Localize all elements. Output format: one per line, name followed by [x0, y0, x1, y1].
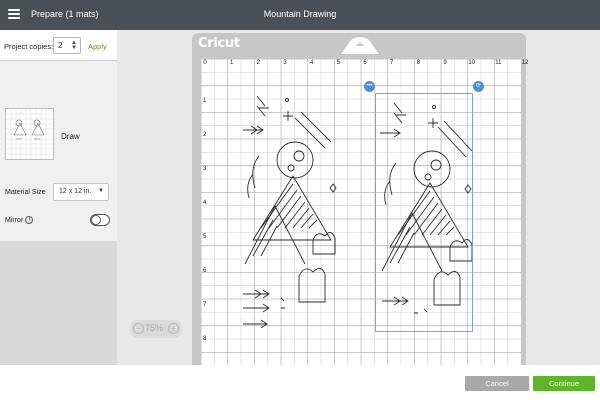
ruler-top: 0 1 2 3 4 5 6 7 8 9 10 11 12: [201, 59, 528, 68]
ruler-top-label: 3: [283, 60, 287, 66]
ruler-top-label: 11: [495, 60, 502, 66]
zoom-in-icon[interactable]: +: [168, 323, 179, 334]
continue-button[interactable]: Continue: [533, 376, 595, 391]
prepare-title: Prepare (1 mats): [31, 9, 99, 19]
ruler-top-label: 5: [336, 60, 341, 66]
project-copies-label: Project copies:: [4, 42, 54, 51]
mat-handle-icon: [341, 37, 379, 54]
mat-thumbnail[interactable]: [5, 108, 54, 160]
info-icon[interactable]: i: [25, 216, 34, 224]
apply-button[interactable]: Apply: [88, 42, 107, 51]
mirror-label: Mirror i: [5, 216, 34, 224]
ruler-left-label: 6: [203, 268, 207, 274]
zoom-control: − 75% +: [130, 320, 182, 338]
ruler-top-label: 1: [229, 60, 234, 66]
hamburger-menu-icon[interactable]: [8, 9, 20, 19]
ruler-left: 1 2 3 4 5 6 7 8: [201, 59, 210, 365]
ruler-left-label: 4: [203, 200, 207, 206]
ruler-top-label: 12: [521, 60, 529, 66]
ruler-top-label: 8: [416, 60, 421, 66]
mat-list: Draw Material Size 12 x 12 in. ▼ Mirror i: [0, 61, 117, 241]
cricut-logo: Cricut: [198, 36, 240, 51]
zoom-level: 75%: [145, 323, 164, 333]
material-size-select[interactable]: 12 x 12 in. ▼: [53, 183, 109, 201]
mirror-label-text: Mirror: [5, 216, 24, 224]
material-size-label: Material Size: [5, 189, 46, 196]
project-copies-value[interactable]: 2: [58, 41, 62, 50]
mountain-drawing-copy-1: [243, 95, 337, 328]
ruler-top-label: 9: [443, 60, 447, 66]
caret-down-icon: ▼: [98, 188, 104, 194]
cancel-button[interactable]: Cancel: [465, 376, 529, 391]
ruler-top-label: 4: [310, 60, 314, 66]
ruler-left-label: 2: [203, 132, 207, 138]
project-copies-input[interactable]: 2 ▲ ▼: [53, 37, 81, 54]
more-options-icon[interactable]: •••: [364, 81, 375, 92]
ruler-left-label: 8: [203, 336, 207, 342]
mirror-toggle-knob: [91, 215, 101, 225]
left-panel: Project copies: 2 ▲ ▼ Apply Draw Materia…: [0, 30, 117, 400]
ruler-top-label: 10: [468, 60, 476, 66]
selection-box[interactable]: [375, 93, 473, 332]
project-copies-row: Project copies: 2 ▲ ▼ Apply: [0, 30, 117, 61]
mat-thumbnail-preview: [6, 109, 53, 159]
ruler-top-label: 6: [363, 60, 367, 66]
ruler-top-label: 2: [256, 60, 260, 66]
decrement-icon[interactable]: ▼: [71, 45, 77, 51]
ruler-left-label: 3: [203, 166, 207, 172]
ruler-left-label: 5: [203, 234, 207, 240]
ruler-top-label: 7: [390, 60, 394, 66]
top-bar: Prepare (1 mats) Mountain Drawing: [0, 0, 600, 30]
material-size-value: 12 x 12 in.: [59, 188, 92, 195]
ruler-left-label: 1: [203, 98, 207, 104]
zoom-out-icon[interactable]: −: [133, 323, 144, 334]
draw-label: Draw: [61, 132, 80, 141]
ruler-left-label: 7: [203, 302, 207, 308]
rotate-icon[interactable]: ⟳: [473, 81, 484, 92]
mirror-toggle[interactable]: [90, 214, 110, 226]
